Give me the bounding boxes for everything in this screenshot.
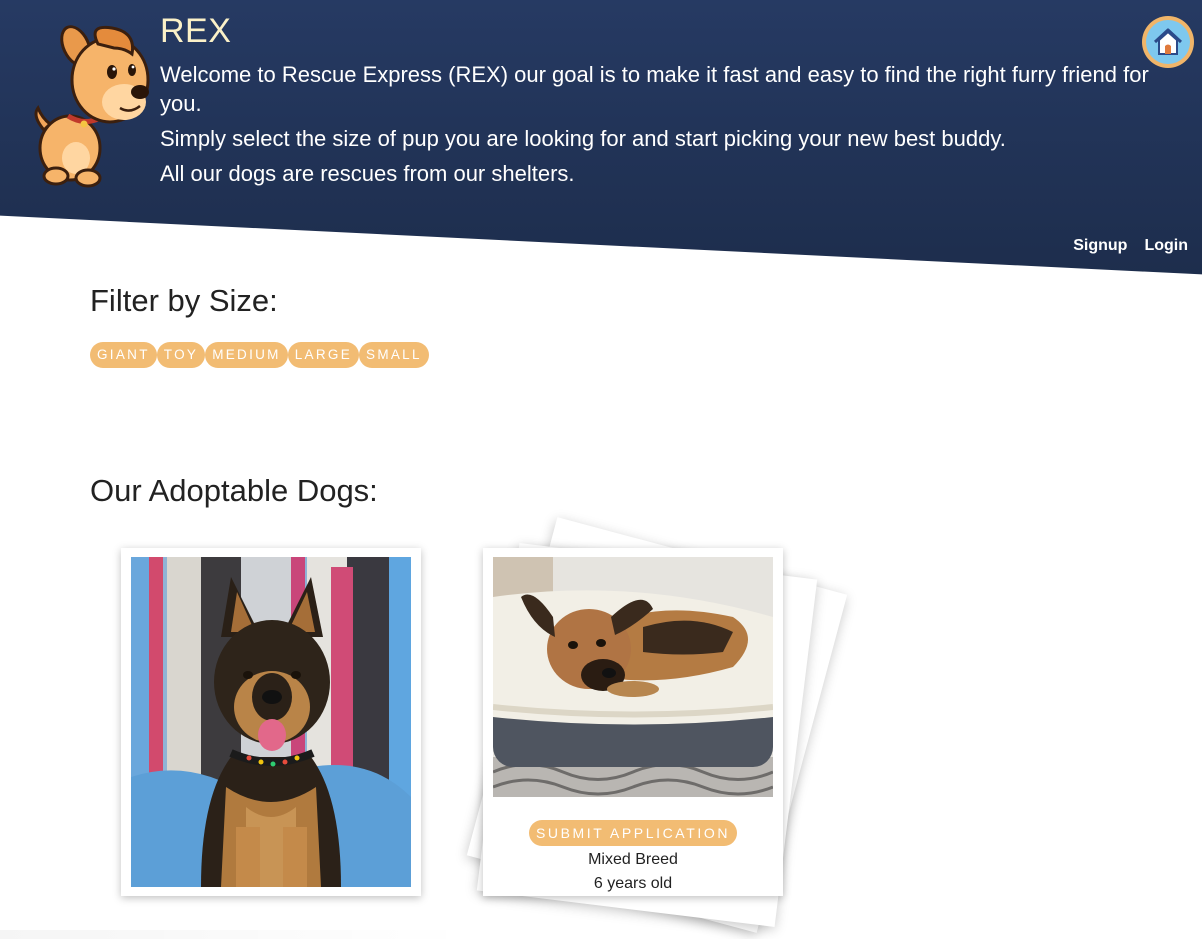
page-bottom-shadow	[0, 930, 470, 939]
size-filter-chips: GIANT TOY MEDIUM LARGE SMALL	[90, 342, 429, 368]
size-chip-toy[interactable]: TOY	[156, 342, 206, 368]
german-shepherd-photo	[131, 557, 411, 887]
dog-age: 6 years old	[593, 875, 673, 892]
dog-card[interactable]: SUBMIT APPLICATION Mixed Breed 6 years o…	[483, 548, 783, 896]
intro-text: Welcome to Rescue Express (REX) our goal…	[160, 60, 1150, 194]
home-icon	[1146, 20, 1190, 64]
signup-link[interactable]: Signup	[1073, 237, 1127, 255]
dog-info: Mixed Breed 6 years old	[493, 848, 773, 896]
intro-line: Simply select the size of pup you are lo…	[160, 126, 1006, 151]
puppy-mascot-logo	[34, 25, 150, 188]
mixed-breed-dog-photo	[492, 557, 774, 797]
dog-card[interactable]	[121, 548, 421, 896]
submit-application-button[interactable]: SUBMIT APPLICATION	[529, 820, 737, 846]
auth-nav: Signup Login	[1073, 237, 1188, 255]
size-chip-small[interactable]: SMALL	[359, 342, 429, 368]
size-chip-large[interactable]: LARGE	[287, 342, 360, 368]
home-button[interactable]	[1142, 16, 1194, 68]
size-chip-medium[interactable]: MEDIUM	[205, 342, 288, 368]
dogs-heading: Our Adoptable Dogs:	[90, 473, 378, 508]
login-link[interactable]: Login	[1144, 237, 1188, 255]
size-chip-giant[interactable]: GIANT	[90, 342, 157, 368]
intro-line: Welcome to Rescue Express (REX) our goal…	[160, 62, 1149, 116]
intro-line: All our dogs are rescues from our shelte…	[160, 161, 575, 186]
site-title: REX	[160, 12, 232, 50]
dog-breed: Mixed Breed	[588, 851, 678, 868]
filter-heading: Filter by Size:	[90, 283, 278, 318]
